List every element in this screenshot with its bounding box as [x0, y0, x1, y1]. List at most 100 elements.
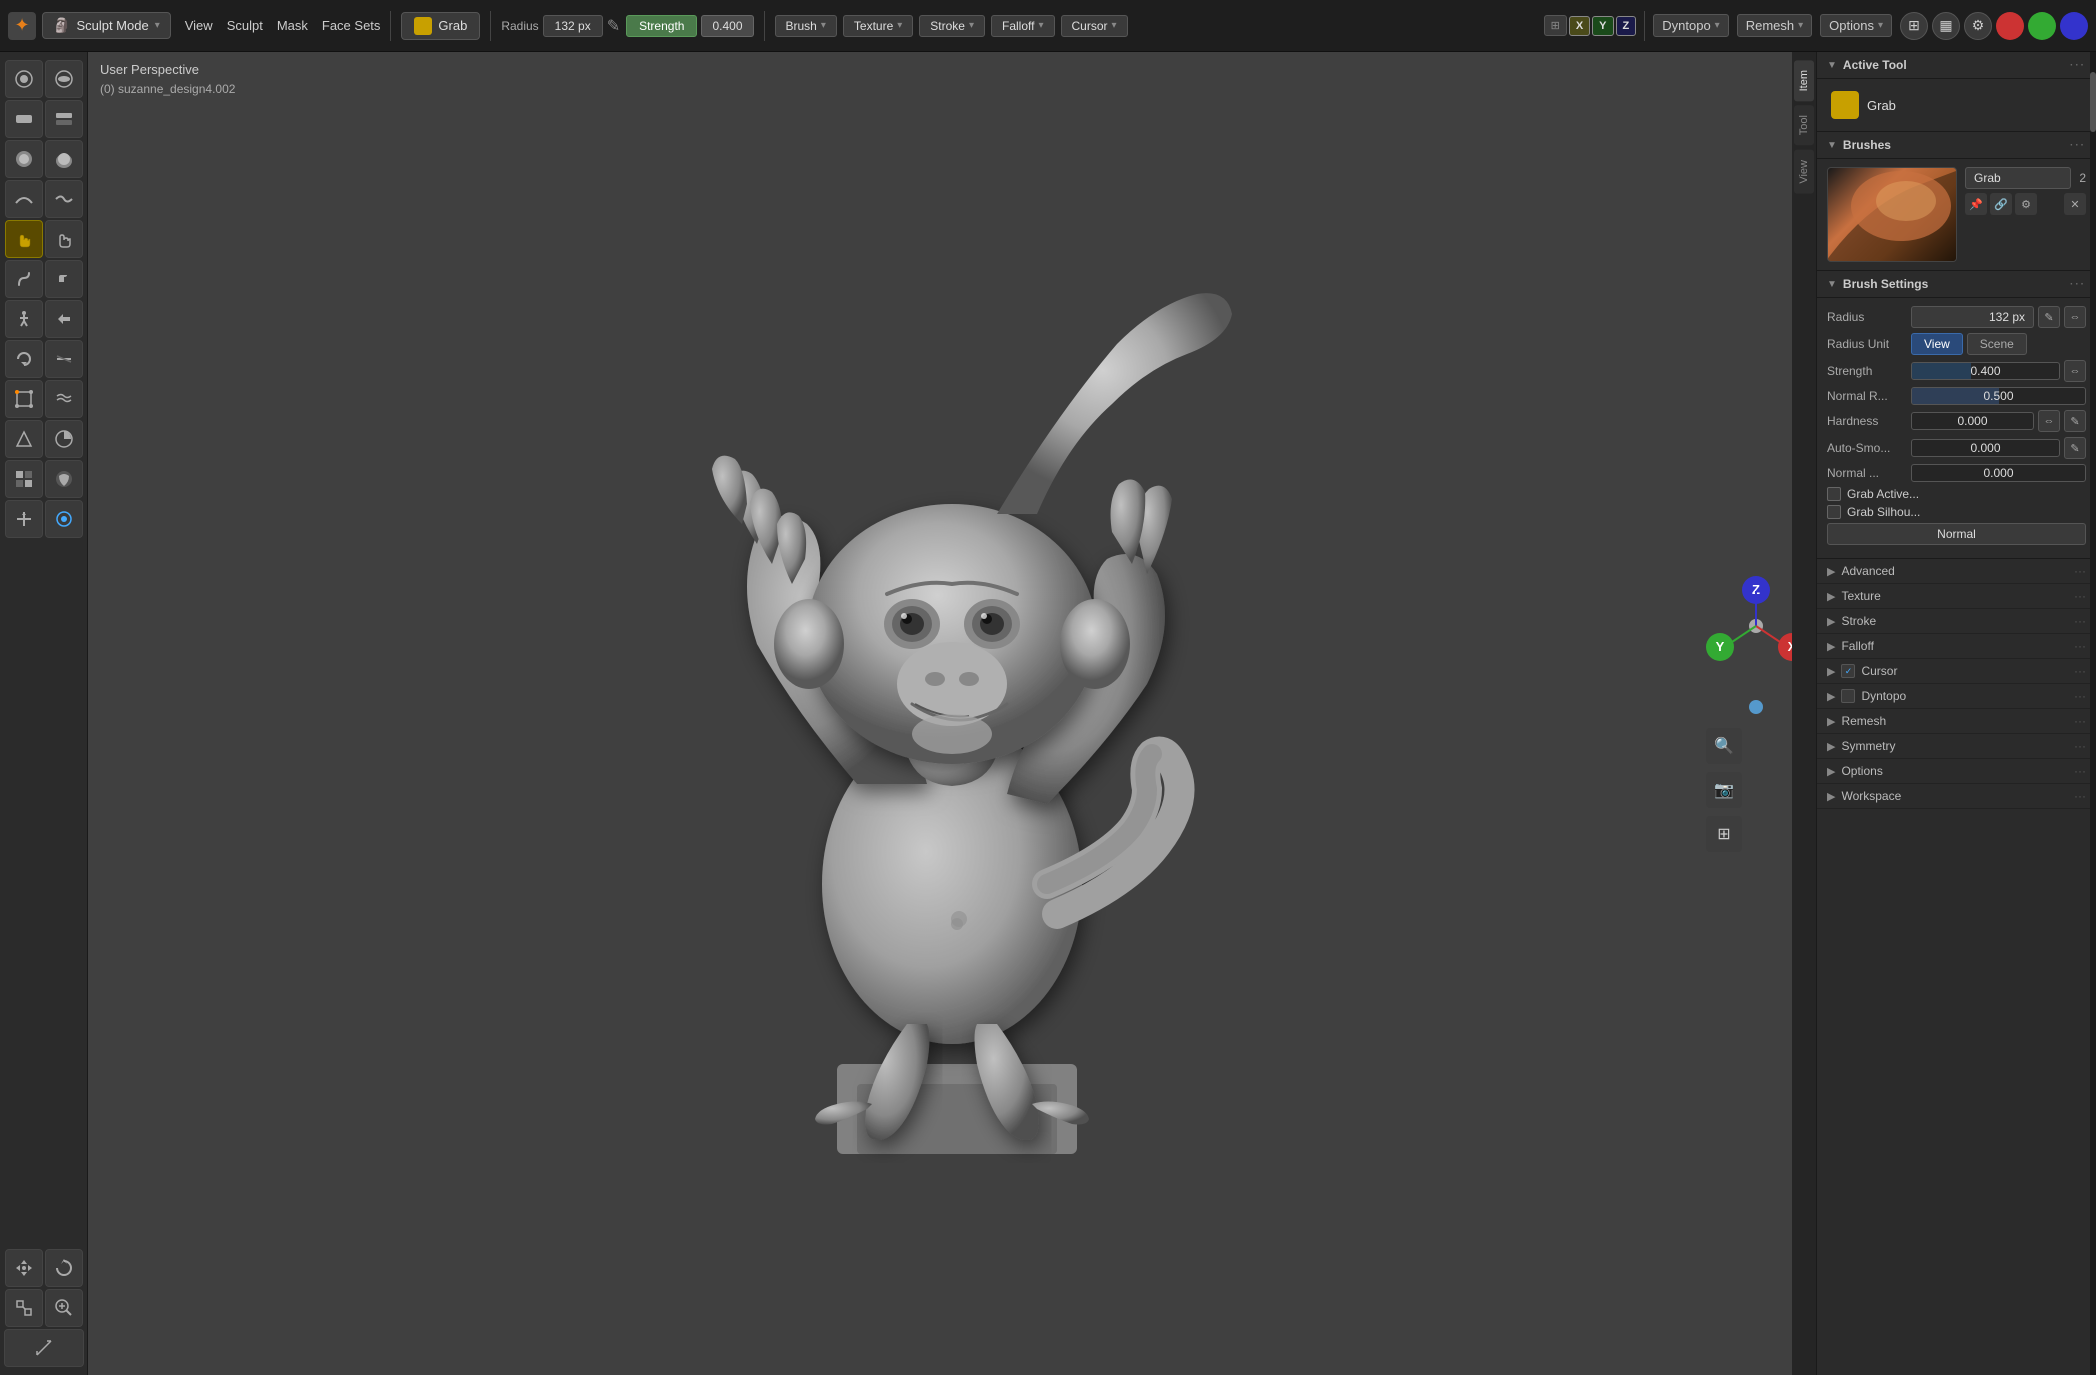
normal-r-bar-container[interactable]: 0.500	[1911, 387, 2086, 405]
y-axis-gizmo[interactable]: Y	[1706, 633, 1734, 661]
blender-icon[interactable]: ✦	[8, 12, 36, 40]
tool-clay[interactable]	[5, 100, 43, 138]
tool-clay-strips[interactable]	[45, 100, 83, 138]
tool-cloth[interactable]	[45, 380, 83, 418]
tool-elastic-grab[interactable]	[45, 220, 83, 258]
tool-pose[interactable]	[5, 300, 43, 338]
normal-r-bar[interactable]: 0.500	[1911, 387, 2086, 405]
remesh-section[interactable]: ▶ Remesh ···	[1817, 709, 2096, 734]
texture-dropdown[interactable]: Texture ▾	[843, 15, 913, 37]
tool-slide-relax[interactable]	[45, 340, 83, 378]
strength-bar[interactable]: 0.400	[1911, 362, 2060, 380]
tool-crease[interactable]	[5, 180, 43, 218]
remesh-btn[interactable]: Remesh ▾	[1737, 14, 1812, 37]
auto-smooth-pen-btn[interactable]: ✎	[2064, 437, 2086, 459]
stroke-dropdown[interactable]: Stroke ▾	[919, 15, 985, 37]
options-btn[interactable]: Options ▾	[1820, 14, 1892, 37]
vtab-view[interactable]: View	[1794, 150, 1814, 194]
grab-active-checkbox[interactable]	[1827, 487, 1841, 501]
tool-draw[interactable]	[5, 60, 43, 98]
viewport[interactable]: User Perspective (0) suzanne_design4.002	[88, 52, 1816, 1375]
x-constraint[interactable]: X	[1569, 16, 1590, 36]
red-circle[interactable]	[1996, 12, 2024, 40]
brush-close-icon[interactable]: ✕	[2064, 193, 2086, 215]
cursor-checkbox[interactable]: ✓	[1841, 664, 1855, 678]
brush-settings-icon[interactable]: ⚙	[2015, 193, 2037, 215]
radius-input[interactable]: 132 px	[543, 15, 603, 37]
radius-pen-icon[interactable]: ✎	[607, 16, 620, 36]
camera-view[interactable]: 📷	[1706, 772, 1742, 808]
editor-type-icon[interactable]: ⊞	[1900, 12, 1928, 40]
sculpt-mode-selector[interactable]: 🗿 Sculpt Mode ▾	[42, 12, 171, 39]
menu-sculpt[interactable]: Sculpt	[227, 18, 263, 33]
tool-face-sets-filter[interactable]	[45, 460, 83, 498]
tool-nudge[interactable]	[45, 300, 83, 338]
tool-snake-hook[interactable]	[5, 260, 43, 298]
tool-thumb[interactable]	[45, 260, 83, 298]
orientation-gizmo[interactable]: Z X Y	[1706, 576, 1806, 676]
strength-btn[interactable]: Strength	[626, 15, 697, 37]
tool-boundary[interactable]	[5, 380, 43, 418]
vtab-tool[interactable]: Tool	[1794, 105, 1814, 145]
auto-smooth-bar[interactable]: 0.000	[1911, 439, 2060, 457]
y-constraint[interactable]: Y	[1592, 16, 1613, 36]
normal-bar[interactable]: 0.000	[1911, 464, 2086, 482]
strength-bar-container[interactable]: 0.400	[1911, 362, 2060, 380]
advanced-section[interactable]: ▶ Advanced ···	[1817, 559, 2096, 584]
tool-move[interactable]	[5, 1249, 43, 1287]
constraint-toggle[interactable]: ⊞	[1544, 15, 1567, 36]
tool-simplify[interactable]	[5, 420, 43, 458]
falloff-dropdown[interactable]: Falloff ▾	[991, 15, 1055, 37]
dyntopo-section[interactable]: ▶ Dyntopo ···	[1817, 684, 2096, 709]
radius-unit-view-btn[interactable]: View	[1911, 333, 1963, 355]
cursor-section[interactable]: ▶ ✓ Cursor ···	[1817, 659, 2096, 684]
symmetry-section[interactable]: ▶ Symmetry ···	[1817, 734, 2096, 759]
menu-mask[interactable]: Mask	[277, 18, 308, 33]
brush-pin-icon[interactable]: 📌	[1965, 193, 1987, 215]
strength-lock-btn[interactable]: ⇔	[2064, 360, 2086, 382]
workspace-section[interactable]: ▶ Workspace ···	[1817, 784, 2096, 809]
auto-smooth-bar-container[interactable]: 0.000	[1911, 439, 2060, 457]
brush-thumbnail[interactable]	[1827, 167, 1957, 262]
brush-dropdown[interactable]: Brush ▾	[775, 15, 837, 37]
tool-mesh-filter[interactable]	[5, 460, 43, 498]
tool-rotate[interactable]	[5, 340, 43, 378]
tool-transform[interactable]	[5, 500, 43, 538]
z-constraint[interactable]: Z	[1616, 16, 1637, 36]
radius-pen-btn[interactable]: ✎	[2038, 306, 2060, 328]
menu-face-sets[interactable]: Face Sets	[322, 18, 381, 33]
menu-view[interactable]: View	[185, 18, 213, 33]
grab-silhouette-checkbox[interactable]	[1827, 505, 1841, 519]
scrollbar-thumb[interactable]	[2090, 72, 2096, 132]
tool-blob[interactable]	[45, 140, 83, 178]
right-panel-scrollbar[interactable]	[2090, 52, 2096, 1375]
radius-lock-btn[interactable]: ⇔	[2064, 306, 2086, 328]
hardness-bar[interactable]: 0.000	[1911, 412, 2034, 430]
dyntopo-btn[interactable]: Dyntopo ▾	[1653, 14, 1728, 37]
falloff-section[interactable]: ▶ Falloff ···	[1817, 634, 2096, 659]
tool-measure[interactable]	[4, 1329, 84, 1367]
vtab-item[interactable]: Item	[1794, 60, 1814, 101]
tool-annotate[interactable]	[45, 500, 83, 538]
brushes-section-header[interactable]: ▼ Brushes ···	[1817, 132, 2096, 159]
brush-link-icon[interactable]: 🔗	[1990, 193, 2012, 215]
green-circle[interactable]	[2028, 12, 2056, 40]
tool-mask[interactable]	[45, 420, 83, 458]
tool-inflate[interactable]	[5, 140, 43, 178]
tool-smooth[interactable]	[45, 180, 83, 218]
radius-prop-value[interactable]: 132 px	[1911, 306, 2034, 328]
layout-icon[interactable]: ▦	[1932, 12, 1960, 40]
tool-scale[interactable]	[5, 1289, 43, 1327]
hardness-bar-container[interactable]: 0.000	[1911, 412, 2034, 430]
tool-zoom[interactable]	[45, 1289, 83, 1327]
normal-mode-selector[interactable]: Normal	[1827, 523, 2086, 545]
hardness-link-btn[interactable]: ⇔	[2038, 410, 2060, 432]
cursor-dropdown[interactable]: Cursor ▾	[1061, 15, 1128, 37]
radius-unit-scene-btn[interactable]: Scene	[1967, 333, 2027, 355]
blue-circle[interactable]	[2060, 12, 2088, 40]
zoom-to-cursor[interactable]: 🔍	[1706, 728, 1742, 764]
texture-section[interactable]: ▶ Texture ···	[1817, 584, 2096, 609]
options-section[interactable]: ▶ Options ···	[1817, 759, 2096, 784]
normal-bar-container[interactable]: 0.000	[1911, 464, 2086, 482]
dyntopo-checkbox[interactable]	[1841, 689, 1855, 703]
